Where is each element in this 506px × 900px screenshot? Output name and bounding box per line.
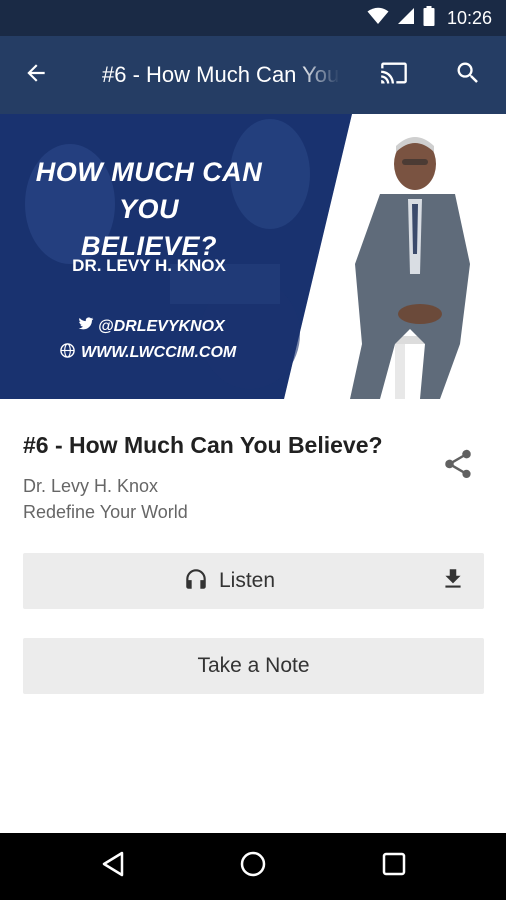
take-note-button[interactable]: Take a Note (23, 638, 484, 694)
website-text: WWW.LWCCIM.COM (81, 344, 237, 361)
recents-square-icon (381, 851, 407, 882)
share-button[interactable] (436, 444, 480, 488)
sermon-artwork: HOW MUCH CAN YOU BELIEVE? DR. LEVY H. KNO… (0, 114, 506, 399)
nav-recents-button[interactable] (372, 844, 416, 888)
speaker-name: Dr. Levy H. Knox (23, 476, 159, 496)
listen-content: Listen (183, 553, 275, 609)
nav-back-button[interactable] (91, 844, 135, 888)
headphones-icon (183, 566, 209, 597)
status-icons: 10:26 (367, 0, 492, 36)
artwork-social-handle: @DRLEVYKNOX (78, 317, 225, 336)
share-icon (441, 447, 475, 486)
status-bar: 10:26 (0, 0, 506, 36)
series-name: Redefine Your World (23, 502, 188, 522)
back-arrow-icon (23, 60, 49, 91)
cellular-signal-icon (397, 7, 415, 30)
artwork-website: WWW.LWCCIM.COM (60, 343, 236, 363)
nav-home-button[interactable] (231, 844, 275, 888)
episode-title: #6 - How Much Can You Believe? (23, 432, 383, 458)
social-handle-text: @DRLEVYKNOX (98, 317, 225, 335)
status-time: 10:26 (446, 7, 492, 28)
app-bar: #6 - How Much Can You Believe? (0, 36, 506, 114)
twitter-bird-icon (78, 317, 94, 336)
back-button[interactable] (14, 53, 58, 97)
listen-button[interactable]: Listen (23, 553, 484, 609)
page-title: #6 - How Much Can You Believe? (102, 62, 340, 87)
artwork-title: HOW MUCH CAN YOU BELIEVE? (35, 157, 263, 261)
home-circle-icon (239, 850, 267, 883)
cast-icon (378, 59, 410, 92)
search-button[interactable] (446, 53, 490, 97)
wifi-icon (367, 7, 389, 30)
search-icon (454, 59, 482, 92)
download-icon (440, 566, 466, 597)
system-navigation-bar (0, 833, 506, 900)
download-button[interactable] (433, 561, 473, 601)
listen-label: Listen (219, 569, 276, 592)
artwork-speaker: DR. LEVY H. KNOX (72, 256, 226, 275)
back-triangle-icon (100, 850, 126, 883)
globe-icon (60, 343, 75, 363)
cast-button[interactable] (372, 53, 416, 97)
battery-icon (423, 5, 435, 31)
